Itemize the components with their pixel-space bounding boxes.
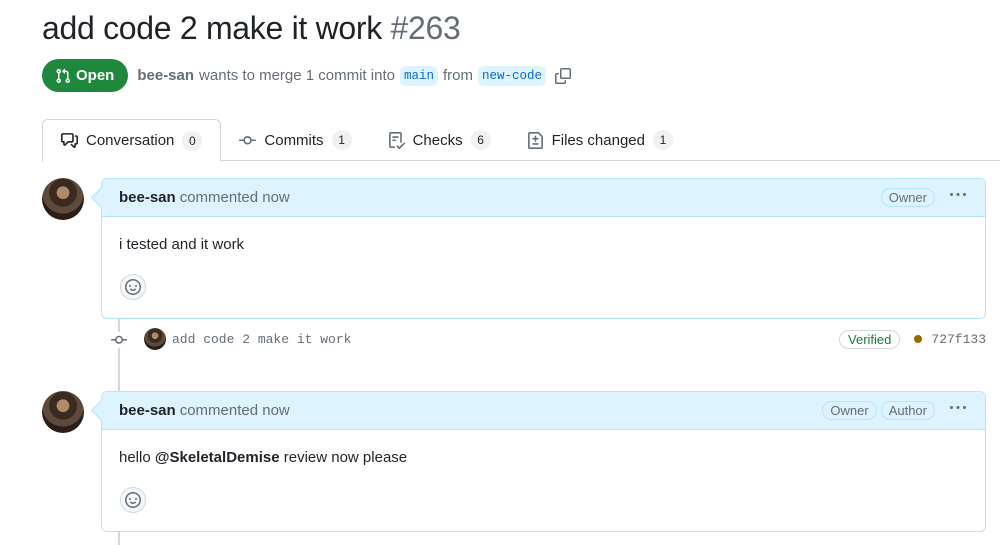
base-branch[interactable]: main	[399, 65, 438, 86]
git-commit-icon	[239, 135, 257, 144]
avatar[interactable]	[42, 178, 84, 220]
commit-status-dot[interactable]	[914, 335, 923, 343]
comment-options-button[interactable]	[947, 400, 969, 421]
comment-options-button[interactable]	[947, 187, 969, 208]
comment-text: i tested and it work	[119, 236, 245, 253]
pr-number: #263	[390, 10, 461, 46]
file-diff-icon	[527, 131, 543, 149]
comment-text: hello @SkeletalDemise review now please	[119, 449, 968, 466]
git-pull-request-icon	[56, 68, 71, 83]
comment-header: bee-san commented now Owner Author	[102, 392, 985, 430]
comment: bee-san commented now Owner Author hello…	[101, 391, 986, 532]
add-reaction-button[interactable]	[120, 487, 146, 513]
smiley-icon	[125, 279, 141, 295]
comment-header: bee-san commented now Owner	[102, 179, 985, 217]
comment: bee-san commented now Owner i tested and…	[101, 178, 986, 319]
tab-label: Conversation	[86, 132, 175, 149]
user-mention-link[interactable]: @SkeletalDemise	[155, 449, 280, 466]
tab-counter: 1	[653, 130, 673, 150]
from-text: from	[442, 67, 473, 84]
state-badge: Open	[42, 59, 129, 92]
merge-info: bee-san wants to merge 1 commit into mai…	[137, 65, 572, 86]
tab-counter: 1	[331, 130, 352, 150]
commit-author-avatar[interactable]	[144, 328, 166, 350]
pr-tabs: Conversation 0 Commits 1 Checks 6 Files …	[42, 119, 1000, 162]
comment-discussion-icon	[61, 133, 78, 148]
tab-counter: 0	[182, 130, 203, 151]
copy-branch-button[interactable]	[554, 67, 572, 85]
tab-label: Commits	[264, 131, 324, 149]
kebab-horizontal-icon	[950, 193, 966, 196]
commit-sha[interactable]: 727f133	[931, 332, 986, 347]
comment-body: i tested and it work	[102, 217, 985, 300]
head-branch[interactable]: new-code	[477, 65, 546, 86]
tab-counter: 6	[470, 130, 491, 150]
comment-text-prefix: hello	[119, 449, 155, 466]
tab-files-changed[interactable]: Files changed 1	[509, 119, 691, 161]
add-reaction-button[interactable]	[120, 274, 146, 300]
verified-badge[interactable]: Verified	[839, 329, 901, 349]
tab-commits[interactable]: Commits 1	[221, 119, 369, 161]
role-badge-author: Author	[880, 401, 935, 420]
commit-node	[110, 332, 128, 348]
comment-author[interactable]: bee-san	[119, 189, 176, 206]
copy-icon	[555, 67, 571, 84]
git-commit-icon	[111, 335, 127, 344]
comment-body: hello @SkeletalDemise review now please	[102, 430, 985, 513]
comment-timestamp[interactable]: commented now	[180, 402, 290, 419]
tab-conversation[interactable]: Conversation 0	[42, 119, 222, 162]
kebab-horizontal-icon	[950, 406, 966, 409]
comment-text-suffix: review now please	[279, 449, 408, 466]
role-badge-owner: Owner	[822, 401, 877, 420]
comment-author[interactable]: bee-san	[119, 402, 176, 419]
pr-title: add code 2 make it work #263	[42, 10, 461, 47]
avatar[interactable]	[42, 391, 84, 433]
pr-author-link[interactable]: bee-san	[137, 67, 194, 84]
pr-title-text: add code 2 make it work	[42, 10, 382, 46]
tab-label: Checks	[412, 131, 463, 149]
merge-text: wants to merge 1 commit into	[199, 67, 395, 84]
role-badge-owner: Owner	[880, 188, 935, 207]
tab-label: Files changed	[551, 131, 645, 149]
checklist-icon	[388, 131, 405, 149]
state-label: Open	[76, 67, 115, 84]
commit-message[interactable]: add code 2 make it work	[172, 332, 351, 347]
smiley-icon	[125, 492, 141, 508]
pr-status-row: Open bee-san wants to merge 1 commit int…	[42, 59, 572, 92]
comment-timestamp[interactable]: commented now	[180, 189, 290, 206]
tab-checks[interactable]: Checks 6	[370, 119, 509, 161]
commit-row: add code 2 make it work Verified 727f133	[144, 328, 986, 350]
